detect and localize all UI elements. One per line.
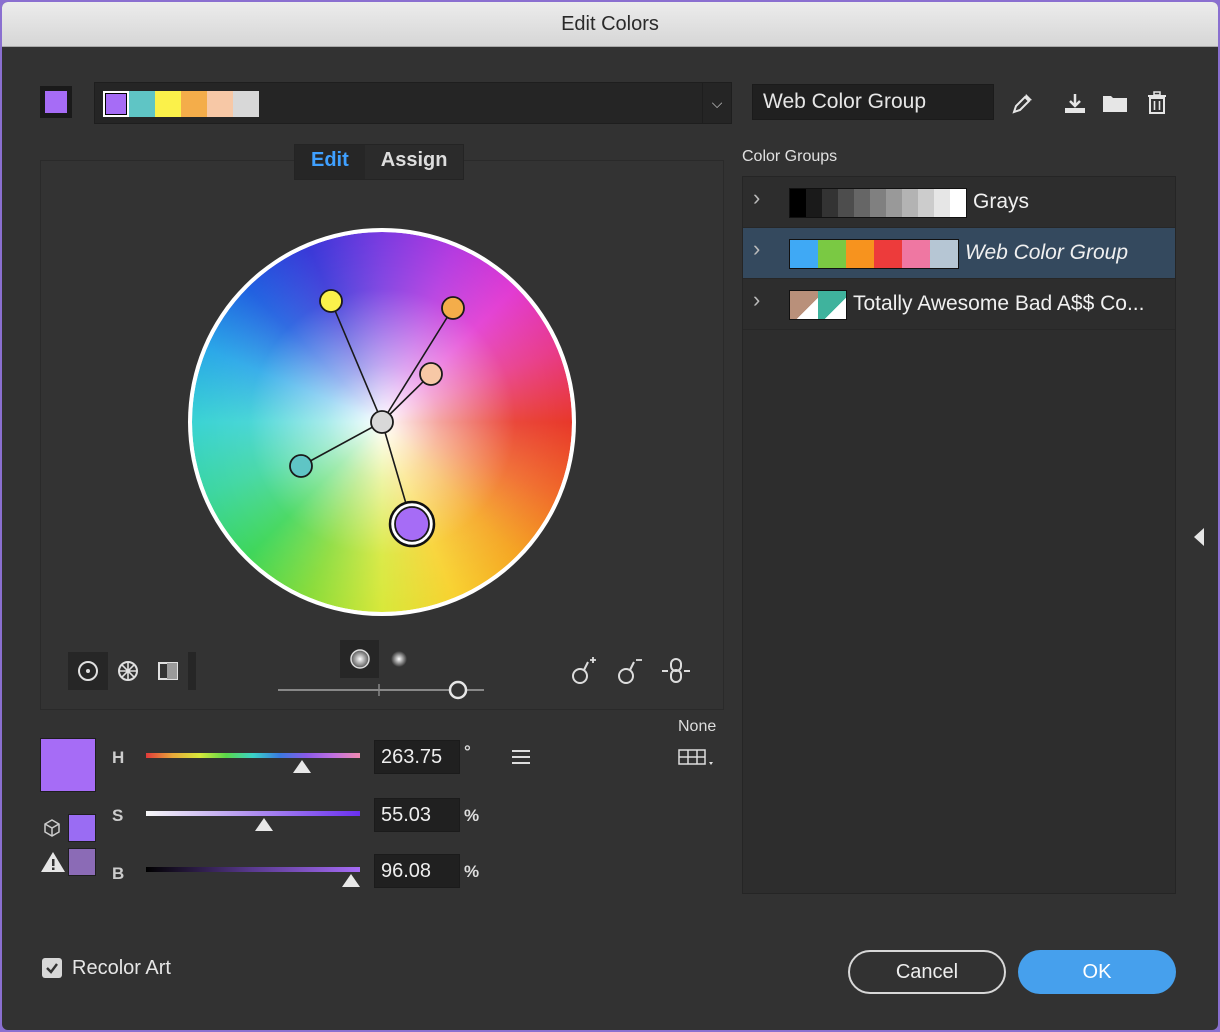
show-saturation-icon[interactable] [340,640,379,678]
slider-thumb[interactable] [293,760,312,773]
color-wheel[interactable] [186,226,578,618]
group-name-field[interactable] [752,84,994,120]
active-color-group-bar[interactable]: ⌵ [94,82,732,124]
color-library-icon[interactable] [678,746,718,773]
saturation-value-field[interactable] [374,798,460,832]
active-color-preview [40,738,96,792]
link-harmony-icon[interactable] [660,656,692,691]
ok-button[interactable]: OK [1018,950,1176,994]
orange-marker[interactable] [441,296,465,320]
smooth-wheel-icon[interactable] [68,652,108,690]
slider-thumb[interactable] [342,874,361,887]
color-group-name: Totally Awesome Bad A$$ Co... [853,292,1145,315]
saturation-slider[interactable] [146,806,360,831]
color-bars-icon[interactable] [148,652,188,690]
color-groups-list: › Grays › Web Color Group › Totally Awesome B… [742,176,1176,894]
saturation-label: S [112,806,124,825]
color-group-name: Grays [973,190,1030,213]
color-group-row[interactable]: › Grays [743,177,1175,228]
eyedropper-icon[interactable] [1010,90,1036,116]
hue-value-field[interactable] [374,740,460,774]
wheel-mode-group [68,652,196,690]
group-swatch[interactable] [129,91,155,117]
sliders-menu-icon[interactable] [510,748,532,771]
teal-marker[interactable] [289,454,313,478]
window-title: Edit Colors [561,12,659,35]
peach-marker[interactable] [419,362,443,386]
color-group-swatches[interactable] [789,290,847,320]
chevron-right-icon[interactable]: › [753,185,760,211]
color-group-swatches[interactable] [789,188,967,218]
edit-colors-dialog: Edit Colors ⌵ Edit Assign [2,2,1218,1030]
color-group-row[interactable]: › Totally Awesome Bad A$$ Co... [743,279,1175,330]
center-marker[interactable] [370,410,394,434]
group-swatch[interactable] [155,91,181,117]
brightness-label: B [112,864,125,883]
wheel-brightness-slider[interactable] [278,678,484,702]
cancel-button[interactable]: Cancel [848,950,1006,994]
recolor-art-checkbox[interactable] [42,958,62,978]
hue-unit: ° [464,742,471,761]
chevron-right-icon[interactable]: › [753,236,760,262]
save-group-icon[interactable] [1062,90,1088,116]
title-bar: Edit Colors [2,2,1218,47]
slider-thumb[interactable] [254,818,273,831]
out-of-web-swatch[interactable] [68,848,96,876]
saturation-unit: % [464,806,480,825]
group-swatch[interactable] [103,91,129,117]
current-color-swatch[interactable] [40,86,72,118]
recolor-art-label: Recolor Art [72,957,171,979]
chevron-right-icon[interactable]: › [753,287,760,313]
out-of-gamut-swatch[interactable] [68,814,96,842]
add-color-tool-icon[interactable] [568,656,598,691]
group-swatch[interactable] [181,91,207,117]
tab-assign[interactable]: Assign [365,145,464,179]
show-brightness-icon[interactable] [379,640,418,678]
purple-marker[interactable] [394,506,430,542]
color-group-row[interactable]: › Web Color Group [743,228,1175,279]
brightness-mode-group [340,640,418,678]
brightness-slider[interactable] [146,862,361,887]
color-group-swatches[interactable] [789,239,959,269]
group-swatch[interactable] [207,91,233,117]
chevron-down-icon[interactable]: ⌵ [702,83,731,123]
color-library-label: None [678,718,717,735]
collapse-panel-arrow-icon[interactable] [1192,526,1206,553]
warning-icon [40,850,66,879]
segmented-wheel-icon[interactable] [108,652,148,690]
new-folder-icon[interactable] [1102,90,1128,116]
brightness-unit: % [464,862,480,881]
brightness-value-field[interactable] [374,854,460,888]
hue-label: H [112,748,125,767]
color-groups-label: Color Groups [742,148,838,165]
yellow-marker[interactable] [319,289,343,313]
remove-color-tool-icon[interactable] [614,656,644,691]
group-swatch[interactable] [233,91,259,117]
tab-edit[interactable]: Edit [295,145,365,179]
hue-slider[interactable] [146,748,360,773]
color-group-name: Web Color Group [965,241,1129,264]
trash-icon[interactable] [1144,90,1170,116]
out-of-gamut-icon [42,818,62,843]
tab-bar: Edit Assign [294,144,465,180]
